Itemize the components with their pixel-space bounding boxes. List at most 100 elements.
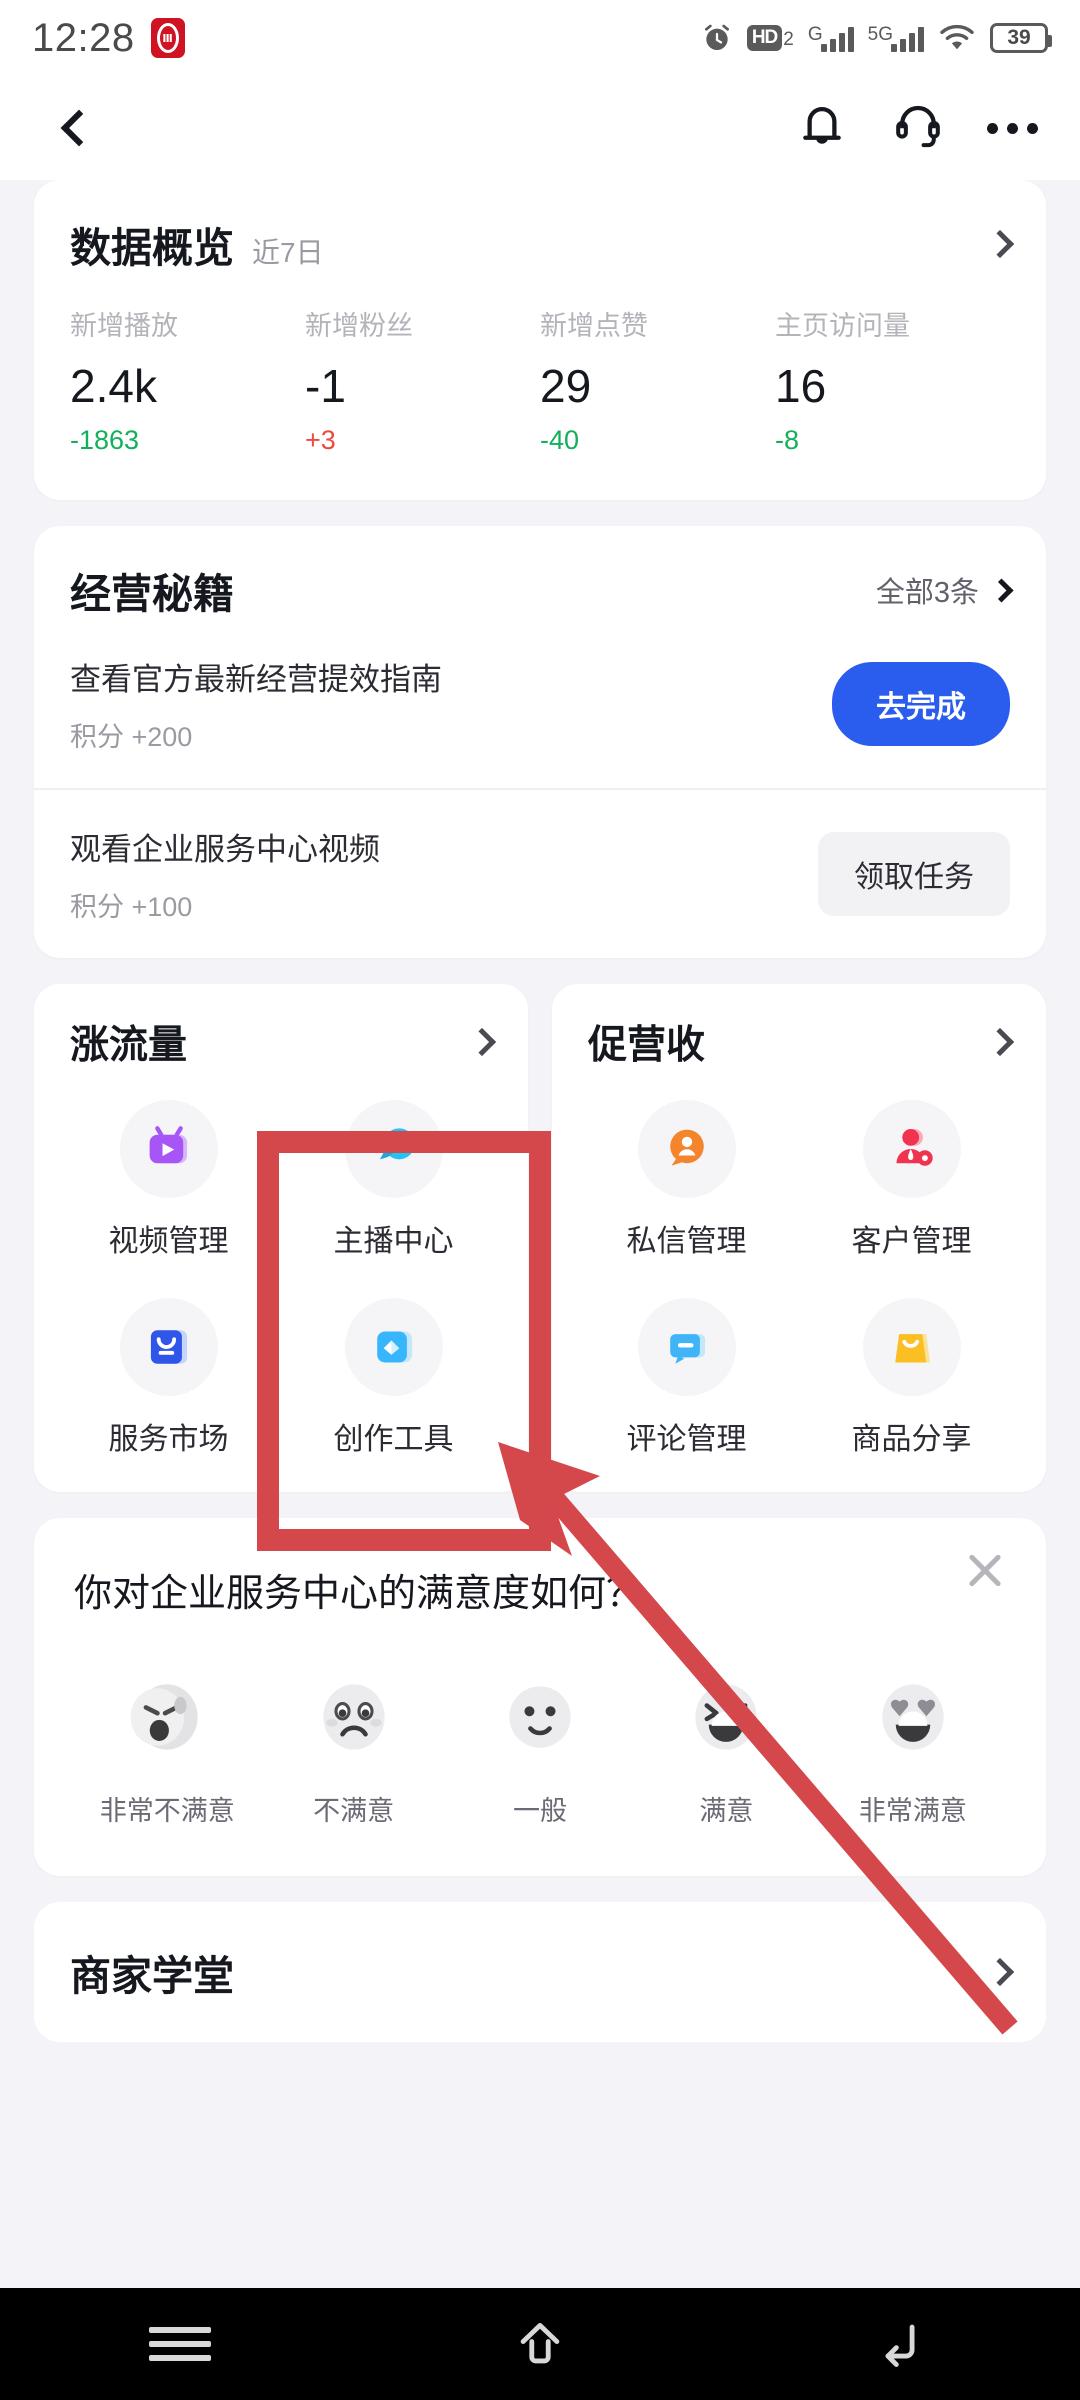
- tasks-all-label: 全部3条: [875, 577, 979, 609]
- shopping-bag-icon: [862, 1298, 961, 1396]
- chevron-right-icon: [989, 577, 1014, 603]
- survey-option-dissatisfied[interactable]: 不满意: [260, 1671, 446, 1828]
- survey-option-label: 满意: [699, 1796, 754, 1826]
- cellular-signal-2-icon: 5G: [868, 24, 924, 52]
- tasks-card: 经营秘籍 全部3条 查看官方最新经营提效指南 积分 +200 去完成 观看企业服…: [34, 526, 1046, 958]
- feature-item-label: 主播中心: [333, 1225, 454, 1258]
- feature-card-title: 促营收: [588, 1024, 706, 1067]
- notification-bell-button[interactable]: [795, 99, 849, 158]
- chevron-right-icon[interactable]: [985, 1027, 1015, 1057]
- satisfied-face-icon: [695, 1684, 758, 1750]
- feature-item-label: 私信管理: [626, 1225, 747, 1258]
- stat-label: 新增点赞: [540, 311, 648, 341]
- task-action-button[interactable]: 去完成: [832, 662, 1010, 746]
- survey-option-very-dissatisfied[interactable]: 非常不满意: [74, 1671, 260, 1828]
- survey-option-label: 不满意: [313, 1796, 395, 1826]
- stat-item[interactable]: 新增点赞 29 -40: [540, 304, 775, 456]
- stat-item[interactable]: 主页访问量 16 -8: [775, 304, 1010, 456]
- stat-value: 2.4k: [70, 360, 157, 412]
- hd-voice-icon: HD 2: [746, 25, 794, 51]
- task-name: 查看官方最新经营提效指南: [70, 662, 442, 697]
- app-header: [0, 76, 1080, 180]
- page-title: 数据概览: [70, 225, 234, 271]
- chevron-right-icon[interactable]: [467, 1027, 497, 1057]
- task-row: 查看官方最新经营提效指南 积分 +200 去完成: [34, 620, 1046, 788]
- feature-item-label: 评论管理: [626, 1423, 747, 1456]
- feature-item-anchor-center[interactable]: 主播中心: [281, 1078, 506, 1260]
- neutral-face-icon: [509, 1686, 571, 1748]
- survey-option-very-satisfied[interactable]: 非常满意: [820, 1671, 1006, 1828]
- feature-item-comment-manage[interactable]: 评论管理: [574, 1276, 799, 1458]
- tv-play-icon: [119, 1100, 218, 1198]
- feature-item-label: 创作工具: [333, 1423, 454, 1456]
- chevron-right-icon[interactable]: [985, 1957, 1015, 1987]
- tasks-title: 经营秘籍: [70, 571, 234, 617]
- status-bar: 12:28 Ⅲ HD 2 G 5G 39: [0, 0, 1080, 76]
- status-time: 12:28: [32, 15, 135, 60]
- merchant-academy-title: 商家学堂: [70, 1953, 234, 1999]
- stat-label: 新增播放: [70, 311, 178, 341]
- more-dots-icon: [987, 122, 998, 134]
- more-options-button[interactable]: [987, 122, 1038, 134]
- very-satisfied-face-icon: [882, 1684, 944, 1750]
- battery-indicator: 39: [990, 23, 1052, 53]
- feature-item-label: 视频管理: [108, 1225, 229, 1258]
- survey-option-satisfied[interactable]: 满意: [633, 1671, 819, 1828]
- feature-item-service-market[interactable]: 服务市场: [56, 1276, 281, 1458]
- menu-icon[interactable]: [135, 2314, 225, 2374]
- live-bubble-icon: [344, 1100, 443, 1198]
- feature-cards-row: 涨流量 视频管理 主播中心 服务市场 创作工具 促营收 私信管理 客户管理 评论…: [34, 984, 1046, 1492]
- feature-card-revenue: 促营收 私信管理 客户管理 评论管理 商品分享: [552, 984, 1046, 1492]
- back-button[interactable]: [42, 95, 108, 161]
- home-icon[interactable]: [495, 2314, 585, 2374]
- feature-item-label: 客户管理: [851, 1225, 972, 1258]
- stat-delta: -8: [775, 425, 800, 455]
- survey-question: 你对企业服务中心的满意度如何？: [74, 1573, 645, 1615]
- feature-item-video-manage[interactable]: 视频管理: [56, 1078, 281, 1260]
- stat-item[interactable]: 新增粉丝 -1 +3: [305, 304, 540, 456]
- survey-option-neutral[interactable]: 一般: [447, 1671, 633, 1828]
- message-user-icon: [637, 1100, 736, 1198]
- very-dissatisfied-face-icon: [130, 1684, 198, 1750]
- alarm-clock-icon: [701, 22, 733, 54]
- app-notification-badge-icon: Ⅲ: [150, 18, 185, 58]
- task-points: 积分 +200: [70, 722, 193, 752]
- task-row: 观看企业服务中心视频 积分 +100 领取任务: [34, 788, 1046, 958]
- task-name: 观看企业服务中心视频: [70, 832, 380, 867]
- task-claim-button[interactable]: 领取任务: [818, 832, 1010, 916]
- tasks-view-all-link[interactable]: 全部3条: [875, 569, 1014, 611]
- back-chevron-icon: [60, 109, 98, 147]
- stat-delta: -40: [540, 425, 580, 455]
- feature-card-traffic: 涨流量 视频管理 主播中心 服务市场 创作工具: [34, 984, 528, 1492]
- customer-gear-icon: [862, 1100, 961, 1198]
- back-icon[interactable]: [855, 2314, 945, 2374]
- android-navigation-bar: [0, 2288, 1080, 2400]
- feature-item-customer-manage[interactable]: 客户管理: [799, 1078, 1024, 1260]
- stat-label: 主页访问量: [775, 311, 910, 341]
- satisfaction-survey-card: 你对企业服务中心的满意度如何？ 非常不满意 不满意 一般 满意 非常满意: [34, 1518, 1046, 1876]
- feature-item-creation-tool[interactable]: 创作工具: [281, 1276, 506, 1458]
- stat-item[interactable]: 新增播放 2.4k -1863: [70, 304, 305, 456]
- overview-period-label: 近7日: [252, 237, 324, 268]
- stat-delta: -1863: [70, 425, 140, 455]
- service-bag-icon: [119, 1298, 218, 1396]
- cellular-signal-1-icon: G: [808, 24, 854, 52]
- stat-value: 16: [775, 360, 827, 412]
- merchant-academy-card[interactable]: 商家学堂: [34, 1902, 1046, 2042]
- comment-icon: [637, 1298, 736, 1396]
- feature-item-private-message[interactable]: 私信管理: [574, 1078, 799, 1260]
- stat-delta: +3: [305, 425, 336, 455]
- feature-item-label: 商品分享: [851, 1423, 972, 1456]
- page-content: 数据概览 近7日 新增播放 2.4k -1863 新增粉丝 -1 +3 新增点赞…: [0, 180, 1080, 1876]
- chevron-right-icon[interactable]: [985, 229, 1015, 259]
- stat-label: 新增粉丝: [305, 311, 413, 341]
- survey-option-label: 非常不满意: [99, 1796, 235, 1826]
- customer-service-button[interactable]: [891, 99, 945, 158]
- close-icon[interactable]: [962, 1548, 1006, 1592]
- data-overview-card[interactable]: 数据概览 近7日 新增播放 2.4k -1863 新增粉丝 -1 +3 新增点赞…: [34, 180, 1046, 500]
- wifi-icon: [938, 23, 976, 53]
- feature-item-product-share[interactable]: 商品分享: [799, 1276, 1024, 1458]
- task-points: 积分 +100: [70, 892, 193, 922]
- feature-card-title: 涨流量: [70, 1024, 188, 1067]
- headset-icon: [896, 105, 940, 147]
